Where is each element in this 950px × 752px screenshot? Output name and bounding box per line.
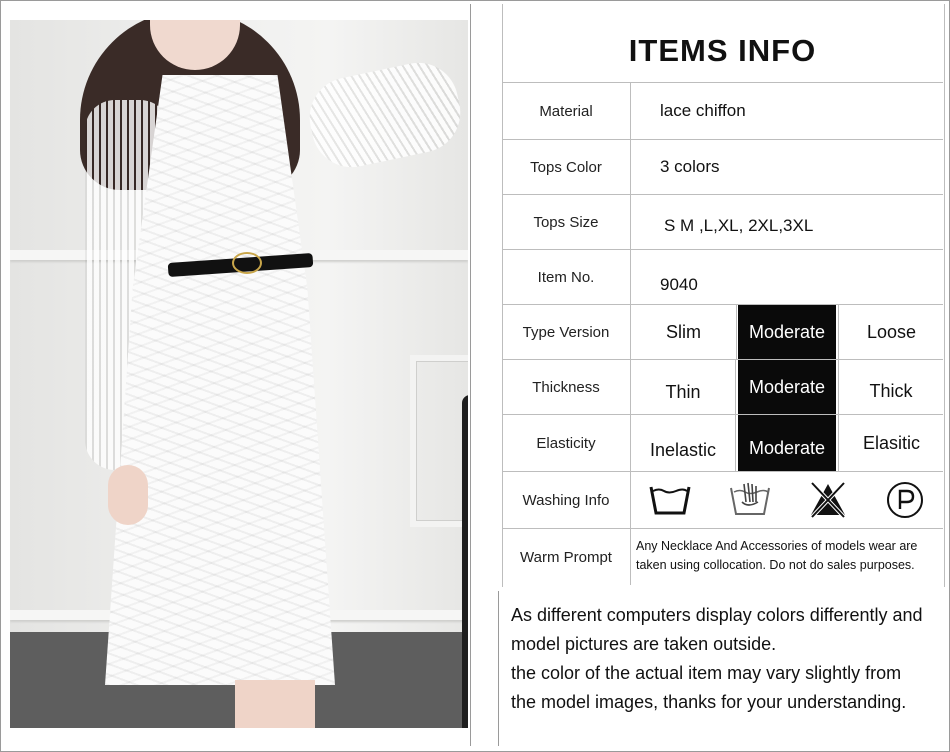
disclaimer-line: the color of the actual item may vary sl… [511,663,902,683]
row-label: Warm Prompt [502,529,631,585]
row-tops-size: Tops Size S M ,L,XL, 2XL,3XL [502,195,943,250]
option-thin: Thin [631,360,736,414]
option-moderate-selected: Moderate [738,415,836,471]
wash-tub-icon [649,486,691,515]
disclaimer-line: the model images, thanks for your unders… [511,692,907,712]
disclaimer-line: As different computers display colors di… [511,605,923,625]
model-hand [108,465,148,525]
product-photo [10,20,468,728]
row-value: 9040 [660,275,698,294]
row-label: Tops Size [502,195,631,249]
option-thick: Thick [838,360,943,414]
table-title: ITEMS INFO [502,20,943,83]
row-warm-prompt: Warm Prompt Any Necklace And Accessories… [502,529,943,585]
option-moderate-selected: Moderate [738,305,836,359]
option-moderate-selected: Moderate [738,360,836,414]
row-washing-info: Washing Info [502,472,943,529]
row-label: Elasticity [502,415,631,471]
belt-bow [232,252,262,274]
divider-line [470,4,471,746]
color-disclaimer: As different computers display colors di… [498,591,946,746]
row-value: 3 colors [660,157,720,176]
row-tops-color: Tops Color 3 colors [502,140,943,195]
option-inelastic: Inelastic [631,415,736,471]
hand-wash-icon [729,482,770,515]
row-label: Item No. [502,250,631,304]
row-label: Material [502,83,631,139]
wall-panel [410,355,468,527]
warm-prompt-text: Any Necklace And Accessories of models w… [636,539,918,572]
row-type-version: Type Version Slim Moderate Loose [502,305,943,360]
chair-edge [462,395,468,728]
disclaimer-line: model pictures are taken outside. [511,634,777,654]
row-elasticity: Elasticity Inelastic Moderate Elasitic [502,415,943,472]
row-material: Material lace chiffon [502,83,943,140]
no-bleach-icon [810,481,846,519]
row-label: Washing Info [502,472,631,528]
row-value: S M ,L,XL, 2XL,3XL [664,216,814,235]
row-thickness: Thickness Thin Moderate Thick [502,360,943,415]
option-elasitic: Elasitic [838,415,944,471]
row-label: Tops Color [502,140,631,194]
row-label: Thickness [502,360,631,414]
row-value: lace chiffon [660,101,746,120]
washing-icons [631,472,943,528]
row-label: Type Version [502,305,631,359]
row-item-no: Item No. 9040 [502,250,943,305]
dry-clean-p-icon [886,482,923,518]
model-legs [235,680,315,728]
option-slim: Slim [631,305,737,359]
option-loose: Loose [838,305,944,359]
